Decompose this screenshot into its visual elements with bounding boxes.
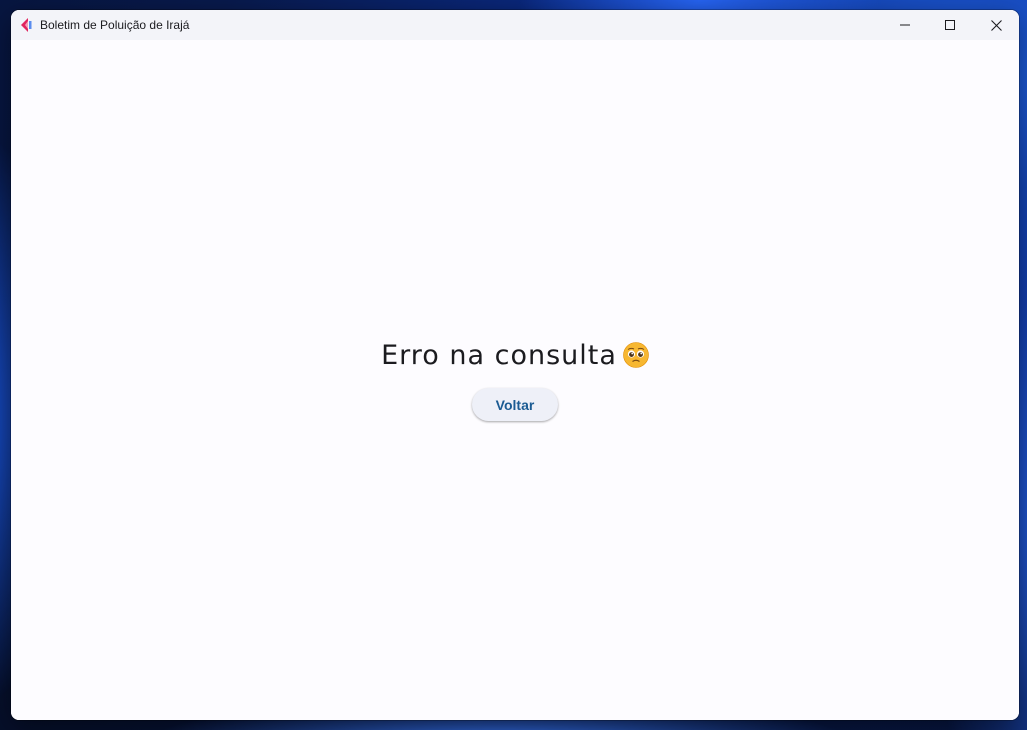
minimize-icon [900, 20, 910, 30]
error-message: Erro na consulta [381, 340, 617, 371]
title-bar[interactable]: Boletim de Poluição de Irajá [11, 10, 1019, 40]
maximize-button[interactable] [927, 10, 973, 40]
app-logo-icon [21, 17, 33, 32]
app-window: Boletim de Poluição de Irajá Erro na con… [11, 10, 1019, 720]
main-content: Erro na consulta Voltar [11, 40, 1019, 720]
maximize-icon [945, 20, 955, 30]
close-button[interactable] [973, 10, 1019, 40]
error-message-row: Erro na consulta [11, 338, 1019, 378]
pleading-face-icon [623, 342, 649, 378]
back-button[interactable]: Voltar [472, 388, 558, 421]
minimize-button[interactable] [882, 10, 928, 40]
close-icon [990, 19, 1002, 31]
window-title: Boletim de Poluição de Irajá [40, 18, 190, 32]
